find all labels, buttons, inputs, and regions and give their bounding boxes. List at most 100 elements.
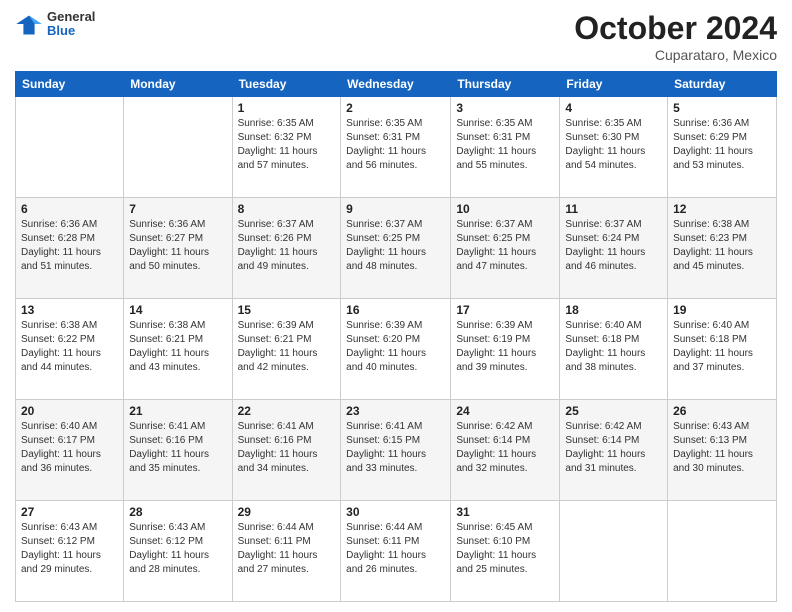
calendar-cell: 31 Sunrise: 6:45 AMSunset: 6:10 PMDayligh… <box>451 501 560 602</box>
page: General Blue October 2024 Cuparataro, Me… <box>0 0 792 612</box>
calendar-cell: 2 Sunrise: 6:35 AMSunset: 6:31 PMDaylight… <box>341 97 451 198</box>
day-number: 10 <box>456 202 554 216</box>
calendar-cell: 14 Sunrise: 6:38 AMSunset: 6:21 PMDayligh… <box>124 299 232 400</box>
day-info: Sunrise: 6:35 AMSunset: 6:30 PMDaylight:… <box>565 117 662 173</box>
day-info: Sunrise: 6:38 AMSunset: 6:23 PMDaylight:… <box>673 218 771 274</box>
calendar-cell: 27Sunrise: 6:43 AMSunset: 6:12 PMDayligh… <box>16 501 124 602</box>
weekday-header-wednesday: Wednesday <box>341 72 451 97</box>
calendar-cell: 10Sunrise: 6:37 AMSunset: 6:25 PMDayligh… <box>451 198 560 299</box>
calendar-cell: 7 Sunrise: 6:36 AMSunset: 6:27 PMDaylight… <box>124 198 232 299</box>
day-number: 5 <box>673 101 771 115</box>
day-number: 11 <box>565 202 662 216</box>
day-info: Sunrise: 6:38 AMSunset: 6:22 PMDaylight:… <box>21 319 118 375</box>
calendar-week-2: 6Sunrise: 6:36 AMSunset: 6:28 PMDaylight… <box>16 198 777 299</box>
day-number: 9 <box>346 202 445 216</box>
day-info: Sunrise: 6:41 AMSunset: 6:15 PMDaylight:… <box>346 420 445 476</box>
calendar-cell: 24Sunrise: 6:42 AMSunset: 6:14 PMDayligh… <box>451 400 560 501</box>
calendar-cell: 25Sunrise: 6:42 AMSunset: 6:14 PMDayligh… <box>560 400 668 501</box>
weekday-header-monday: Monday <box>124 72 232 97</box>
calendar-cell: 3Sunrise: 6:35 AMSunset: 6:31 PMDaylight… <box>451 97 560 198</box>
day-number: 27 <box>21 505 118 519</box>
calendar-cell: 8 Sunrise: 6:37 AMSunset: 6:26 PMDaylight… <box>232 198 341 299</box>
day-info: Sunrise: 6:35 AMSunset: 6:31 PMDaylight:… <box>346 117 445 173</box>
weekday-header-sunday: Sunday <box>16 72 124 97</box>
day-number: 17 <box>456 303 554 317</box>
day-number: 26 <box>673 404 771 418</box>
day-info: Sunrise: 6:38 AMSunset: 6:21 PMDaylight:… <box>129 319 226 375</box>
calendar-cell: 19Sunrise: 6:40 AMSunset: 6:18 PMDayligh… <box>668 299 777 400</box>
day-info: Sunrise: 6:36 AMSunset: 6:27 PMDaylight:… <box>129 218 226 274</box>
day-info: Sunrise: 6:40 AMSunset: 6:18 PMDaylight:… <box>565 319 662 375</box>
calendar-cell <box>668 501 777 602</box>
calendar-cell: 16 Sunrise: 6:39 AMSunset: 6:20 PMDayligh… <box>341 299 451 400</box>
calendar-cell: 23 Sunrise: 6:41 AMSunset: 6:15 PMDayligh… <box>341 400 451 501</box>
calendar-cell: 11 Sunrise: 6:37 AMSunset: 6:24 PMDayligh… <box>560 198 668 299</box>
calendar-week-1: 1Sunrise: 6:35 AMSunset: 6:32 PMDaylight… <box>16 97 777 198</box>
logo: General Blue <box>15 10 95 39</box>
day-number: 29 <box>238 505 336 519</box>
day-number: 14 <box>129 303 226 317</box>
day-info: Sunrise: 6:35 AMSunset: 6:32 PMDaylight:… <box>238 117 336 173</box>
day-info: Sunrise: 6:40 AMSunset: 6:17 PMDaylight:… <box>21 420 118 476</box>
day-info: Sunrise: 6:42 AMSunset: 6:14 PMDaylight:… <box>456 420 554 476</box>
weekday-header-saturday: Saturday <box>668 72 777 97</box>
day-info: Sunrise: 6:41 AMSunset: 6:16 PMDaylight:… <box>238 420 336 476</box>
calendar-week-4: 20 Sunrise: 6:40 AMSunset: 6:17 PMDayligh… <box>16 400 777 501</box>
day-info: Sunrise: 6:39 AMSunset: 6:21 PMDaylight:… <box>238 319 336 375</box>
calendar-cell: 22 Sunrise: 6:41 AMSunset: 6:16 PMDayligh… <box>232 400 341 501</box>
calendar-cell <box>560 501 668 602</box>
calendar: SundayMondayTuesdayWednesdayThursdayFrid… <box>15 71 777 602</box>
day-info: Sunrise: 6:44 AMSunset: 6:11 PMDaylight:… <box>346 521 445 577</box>
logo-blue: Blue <box>47 24 95 38</box>
calendar-cell: 1Sunrise: 6:35 AMSunset: 6:32 PMDaylight… <box>232 97 341 198</box>
day-number: 15 <box>238 303 336 317</box>
day-info: Sunrise: 6:37 AMSunset: 6:25 PMDaylight:… <box>346 218 445 274</box>
day-number: 7 <box>129 202 226 216</box>
title-location: Cuparataro, Mexico <box>574 47 777 63</box>
title-block: October 2024 Cuparataro, Mexico <box>574 10 777 63</box>
day-number: 30 <box>346 505 445 519</box>
day-number: 23 <box>346 404 445 418</box>
weekday-header-row: SundayMondayTuesdayWednesdayThursdayFrid… <box>16 72 777 97</box>
calendar-cell: 18 Sunrise: 6:40 AMSunset: 6:18 PMDayligh… <box>560 299 668 400</box>
calendar-cell: 5Sunrise: 6:36 AMSunset: 6:29 PMDaylight… <box>668 97 777 198</box>
logo-bird-icon <box>15 10 43 38</box>
calendar-week-3: 13 Sunrise: 6:38 AMSunset: 6:22 PMDayligh… <box>16 299 777 400</box>
calendar-cell: 6Sunrise: 6:36 AMSunset: 6:28 PMDaylight… <box>16 198 124 299</box>
day-number: 8 <box>238 202 336 216</box>
day-number: 16 <box>346 303 445 317</box>
day-info: Sunrise: 6:40 AMSunset: 6:18 PMDaylight:… <box>673 319 771 375</box>
weekday-header-tuesday: Tuesday <box>232 72 341 97</box>
day-number: 18 <box>565 303 662 317</box>
calendar-cell <box>124 97 232 198</box>
day-info: Sunrise: 6:39 AMSunset: 6:20 PMDaylight:… <box>346 319 445 375</box>
day-info: Sunrise: 6:41 AMSunset: 6:16 PMDaylight:… <box>129 420 226 476</box>
day-info: Sunrise: 6:45 AMSunset: 6:10 PMDaylight:… <box>456 521 554 577</box>
header: General Blue October 2024 Cuparataro, Me… <box>15 10 777 63</box>
calendar-cell: 26Sunrise: 6:43 AMSunset: 6:13 PMDayligh… <box>668 400 777 501</box>
calendar-cell: 28Sunrise: 6:43 AMSunset: 6:12 PMDayligh… <box>124 501 232 602</box>
day-info: Sunrise: 6:44 AMSunset: 6:11 PMDaylight:… <box>238 521 336 577</box>
day-info: Sunrise: 6:37 AMSunset: 6:26 PMDaylight:… <box>238 218 336 274</box>
day-info: Sunrise: 6:36 AMSunset: 6:28 PMDaylight:… <box>21 218 118 274</box>
day-info: Sunrise: 6:37 AMSunset: 6:24 PMDaylight:… <box>565 218 662 274</box>
calendar-week-5: 27 Sunrise: 6:43 AMSunset: 6:12 PMDayligh… <box>16 501 777 602</box>
calendar-cell <box>16 97 124 198</box>
day-info: Sunrise: 6:43 AMSunset: 6:12 PMDaylight:… <box>129 521 226 577</box>
calendar-cell: 17Sunrise: 6:39 AMSunset: 6:19 PMDayligh… <box>451 299 560 400</box>
logo-general: General <box>47 10 95 24</box>
day-number: 20 <box>21 404 118 418</box>
calendar-cell: 13 Sunrise: 6:38 AMSunset: 6:22 PMDayligh… <box>16 299 124 400</box>
weekday-header-friday: Friday <box>560 72 668 97</box>
day-number: 13 <box>21 303 118 317</box>
day-number: 22 <box>238 404 336 418</box>
logo-text: General Blue <box>47 10 95 39</box>
calendar-cell: 4Sunrise: 6:35 AMSunset: 6:30 PMDaylight… <box>560 97 668 198</box>
day-number: 3 <box>456 101 554 115</box>
day-number: 21 <box>129 404 226 418</box>
calendar-cell: 15 Sunrise: 6:39 AMSunset: 6:21 PMDayligh… <box>232 299 341 400</box>
day-number: 25 <box>565 404 662 418</box>
day-number: 31 <box>456 505 554 519</box>
weekday-header-thursday: Thursday <box>451 72 560 97</box>
day-number: 2 <box>346 101 445 115</box>
